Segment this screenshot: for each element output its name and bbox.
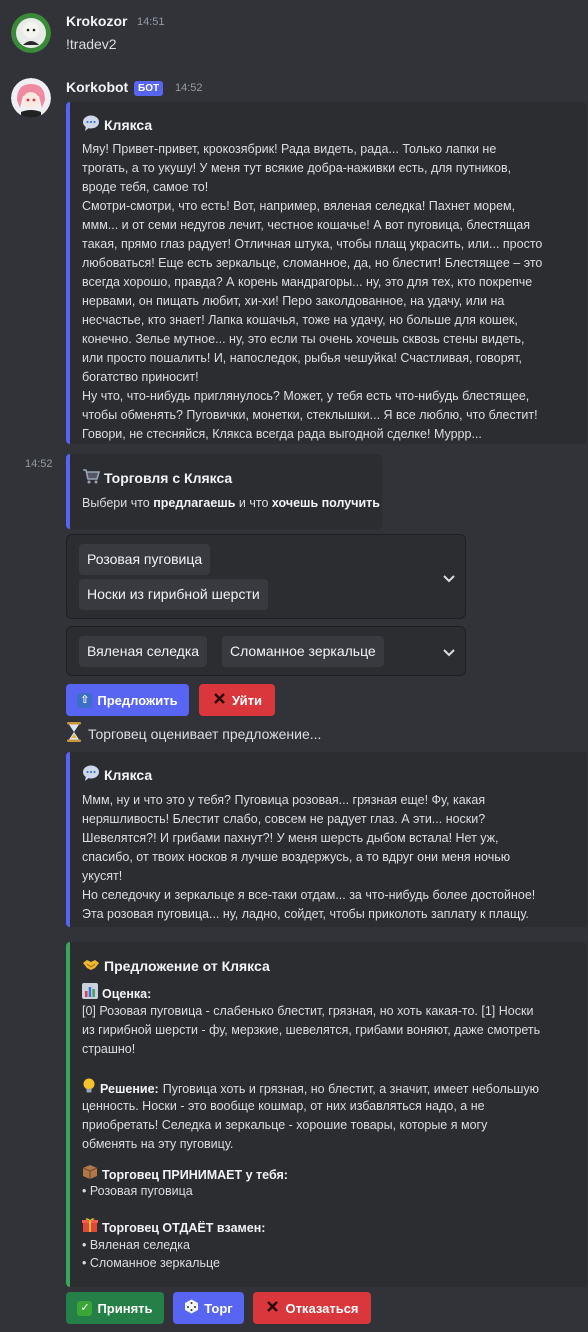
embed-title: Клякса bbox=[82, 764, 152, 785]
rating-text: [0] Розовая пуговица - слабенько блестит… bbox=[82, 1004, 534, 1018]
chevron-down-icon[interactable] bbox=[442, 645, 456, 659]
status-line: Торговец оценивает предложение... bbox=[66, 722, 321, 745]
embed-title: Клякса bbox=[82, 114, 152, 135]
accept-button[interactable]: ✓ Принять bbox=[66, 1292, 164, 1324]
avatar-krokozor[interactable] bbox=[11, 13, 51, 53]
select-receive[interactable]: Вяленая селедка Сломанное зеркальце bbox=[66, 626, 466, 676]
hourglass-icon bbox=[66, 722, 82, 745]
selected-chip[interactable]: Розовая пуговица bbox=[79, 544, 211, 575]
embed-trade: Торговля с Клякса Выбери что предлагаешь… bbox=[66, 454, 382, 529]
embed-response: Клякса Ммм, ну и что это у тебя? Пуговиц… bbox=[66, 752, 587, 927]
outbox-tray-icon: ⇧ bbox=[77, 692, 93, 708]
cart-icon bbox=[82, 467, 101, 488]
decision-text: ценность. Носки - это вообще кошмар, от … bbox=[82, 1099, 485, 1113]
speech-bubble-icon bbox=[82, 764, 100, 785]
embed-description: Мяу! Привет-привет, крокозябрик! Рада ви… bbox=[82, 142, 543, 441]
select-offer[interactable]: Розовая пуговица Носки из гирибной шерст… bbox=[66, 534, 466, 619]
cross-icon bbox=[265, 1299, 280, 1317]
chevron-down-icon[interactable] bbox=[442, 571, 456, 585]
selected-chip[interactable]: Носки из гирибной шерсти bbox=[79, 579, 268, 610]
dice-icon bbox=[184, 1299, 199, 1317]
handshake-icon bbox=[82, 955, 100, 976]
timestamp: 14:52 bbox=[25, 458, 53, 470]
selected-chip[interactable]: Вяленая селедка bbox=[79, 636, 208, 667]
speech-bubble-icon bbox=[82, 114, 100, 135]
embed-greeting: Клякса Мяу! Привет-привет, крокозябрик! … bbox=[66, 102, 587, 444]
message-text: !tradev2 bbox=[66, 36, 117, 52]
embed-title: Торговля с Клякса bbox=[82, 467, 232, 488]
author-name[interactable]: Korkobot bbox=[66, 79, 128, 95]
timestamp: 14:51 bbox=[137, 16, 165, 28]
avatar-korkobot[interactable] bbox=[11, 78, 51, 118]
decision-text: обменять на эту пуговицу. bbox=[82, 1137, 234, 1151]
embed-title: Предложение от Клякса bbox=[82, 955, 270, 976]
gives-item: • Сломанное зеркальце bbox=[82, 1256, 220, 1270]
rating-text: страшно! bbox=[82, 1042, 136, 1056]
embed-description: Ммм, ну и что это у тебя? Пуговица розов… bbox=[82, 793, 536, 921]
embed-description: Выбери что предлагаешь и что хочешь полу… bbox=[82, 496, 380, 510]
offer-button[interactable]: ⇧ Предложить bbox=[66, 684, 189, 716]
rating-text: из гирибной шерсти - фу, мерзкие, шевеля… bbox=[82, 1023, 541, 1037]
selected-chip[interactable]: Сломанное зеркальце bbox=[222, 636, 384, 667]
decline-button[interactable]: Отказаться bbox=[253, 1292, 371, 1324]
haggle-button[interactable]: Торг bbox=[173, 1292, 244, 1324]
timestamp: 14:52 bbox=[175, 82, 203, 94]
bot-badge: БОТ bbox=[134, 81, 164, 96]
accepts-item: • Розовая пуговица bbox=[82, 1184, 193, 1198]
author-name[interactable]: Krokozor bbox=[66, 13, 127, 29]
leave-button[interactable]: Уйти bbox=[199, 684, 275, 716]
gives-item: • Вяленая селедка bbox=[82, 1238, 190, 1252]
check-mark-icon: ✓ bbox=[77, 1300, 93, 1316]
cross-icon bbox=[212, 691, 227, 709]
decision-text: приобретать! Селедка и зеркальце - хорош… bbox=[82, 1118, 488, 1132]
